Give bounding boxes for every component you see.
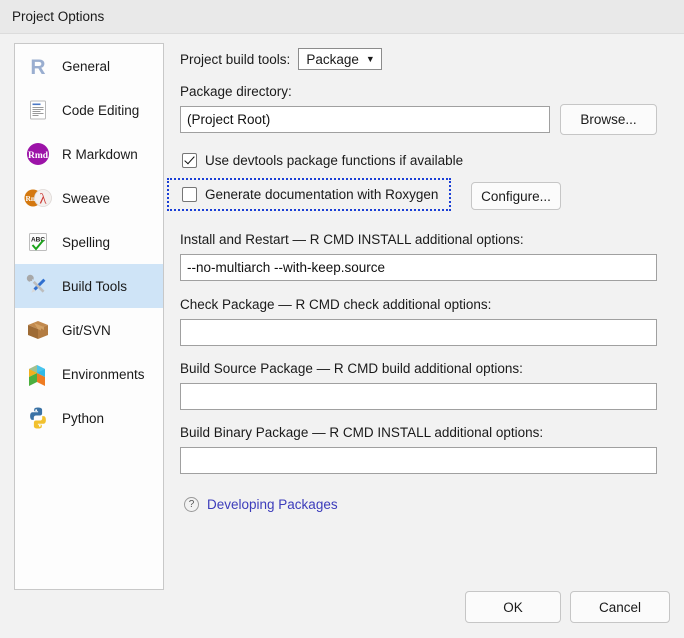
check-package-input[interactable] (180, 319, 657, 346)
dialog-body: R General Code Editing Rmd R Markdown Rn… (0, 34, 684, 638)
r-logo-icon: R (24, 52, 52, 80)
use-devtools-label: Use devtools package functions if availa… (205, 153, 464, 168)
project-options-dialog: Project Options R General Code Editing R… (0, 0, 684, 638)
document-icon (24, 96, 52, 124)
sidebar-item-code-editing[interactable]: Code Editing (15, 88, 163, 132)
build-tools-pane: Project build tools: Package ▼ Package d… (167, 34, 676, 638)
roxygen-checkbox[interactable] (182, 187, 197, 202)
svg-text:λ: λ (39, 192, 47, 208)
project-build-tools-row: Project build tools: Package ▼ (180, 48, 382, 70)
roxygen-label: Generate documentation with Roxygen (205, 187, 439, 202)
dialog-title: Project Options (12, 9, 105, 24)
svg-text:R: R (30, 56, 45, 79)
rmd-icon: Rmd (24, 140, 52, 168)
sidebar-item-label: R Markdown (62, 146, 138, 162)
developing-packages-link[interactable]: Developing Packages (207, 497, 338, 512)
sidebar-item-git-svn[interactable]: Git/SVN (15, 308, 163, 352)
sidebar-item-label: Sweave (62, 190, 111, 206)
check-package-label: Check Package — R CMD check additional o… (180, 297, 492, 312)
sidebar-item-label: Git/SVN (62, 322, 111, 338)
python-icon (24, 404, 52, 432)
sidebar-item-label: Spelling (62, 234, 111, 250)
sidebar-item-environments[interactable]: Environments (15, 352, 163, 396)
options-category-list[interactable]: R General Code Editing Rmd R Markdown Rn… (14, 43, 164, 590)
use-devtools-checkbox[interactable] (182, 153, 197, 168)
chevron-down-icon: ▼ (365, 54, 375, 64)
sidebar-item-label: Build Tools (62, 278, 128, 294)
cube-icon (24, 360, 52, 388)
sidebar-item-label: General (62, 58, 111, 74)
sidebar-item-label: Environments (62, 366, 145, 382)
sidebar-item-label: Python (62, 410, 105, 426)
project-build-tools-label: Project build tools: (180, 51, 291, 67)
cancel-button[interactable]: Cancel (570, 591, 670, 623)
project-build-tools-value: Package (306, 51, 359, 67)
project-build-tools-select[interactable]: Package ▼ (298, 48, 382, 70)
developing-packages-help[interactable]: ? Developing Packages (184, 497, 338, 512)
sidebar-item-build-tools[interactable]: Build Tools (15, 264, 163, 308)
sidebar-item-python[interactable]: Python (15, 396, 163, 440)
roxygen-checkbox-row[interactable]: Generate documentation with Roxygen (182, 187, 438, 202)
browse-button[interactable]: Browse... (560, 104, 657, 135)
install-restart-label: Install and Restart — R CMD INSTALL addi… (180, 232, 524, 247)
tools-icon (24, 272, 52, 300)
svg-text:Rmd: Rmd (28, 151, 49, 161)
sidebar-item-sweave[interactable]: Rnw λ Sweave (15, 176, 163, 220)
package-directory-label: Package directory: (180, 84, 292, 99)
configure-button[interactable]: Configure... (471, 182, 561, 210)
rnw-pdf-icon: Rnw λ (24, 184, 52, 212)
install-restart-input[interactable]: --no-multiarch --with-keep.source (180, 254, 657, 281)
build-binary-input[interactable] (180, 447, 657, 474)
build-source-label: Build Source Package — R CMD build addit… (180, 361, 523, 376)
package-directory-input[interactable]: (Project Root) (180, 106, 550, 133)
build-binary-label: Build Binary Package — R CMD INSTALL add… (180, 425, 544, 440)
abc-check-icon: ABC (24, 228, 52, 256)
use-devtools-checkbox-row[interactable]: Use devtools package functions if availa… (182, 153, 463, 168)
sidebar-item-label: Code Editing (62, 102, 140, 118)
box-icon (24, 316, 52, 344)
sidebar-item-r-markdown[interactable]: Rmd R Markdown (15, 132, 163, 176)
sidebar-item-spelling[interactable]: ABC Spelling (15, 220, 163, 264)
ok-button[interactable]: OK (465, 591, 561, 623)
sidebar-item-general[interactable]: R General (15, 44, 163, 88)
build-source-input[interactable] (180, 383, 657, 410)
dialog-titlebar: Project Options (0, 0, 684, 34)
question-mark-icon: ? (184, 497, 199, 512)
